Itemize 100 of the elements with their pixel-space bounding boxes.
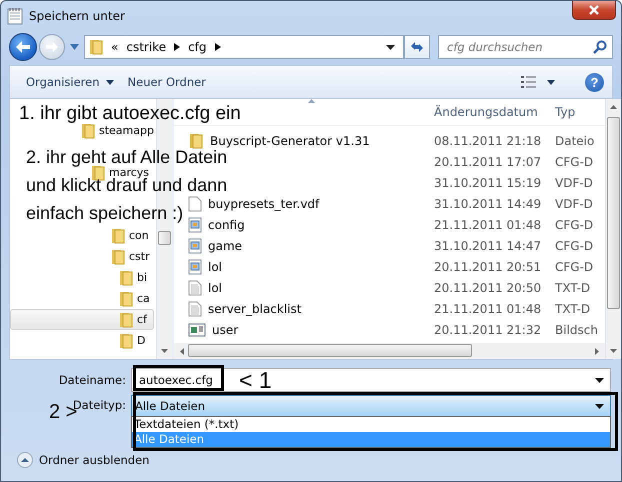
column-header[interactable]: Typ (555, 105, 605, 119)
file-name[interactable]: lol (208, 280, 222, 294)
hide-folders-button[interactable]: Ordner ausblenden (17, 452, 150, 468)
file-name[interactable]: user (212, 322, 238, 336)
file-type: Bildsch (555, 322, 599, 336)
file-date: 08.11.2011 21:18 (434, 134, 542, 148)
settings-file-icon (188, 216, 202, 232)
sort-arrow-icon (308, 99, 314, 103)
new-folder-button[interactable]: Neuer Ordner (128, 75, 206, 89)
notepad-icon (7, 7, 23, 25)
file-type: TXT-D (555, 302, 592, 316)
folder-icon (111, 248, 125, 264)
filetype-dropdown[interactable]: Alle Dateien (131, 395, 611, 417)
screensaver-file-icon (188, 322, 206, 336)
folder-tree-item[interactable]: steamapp (81, 122, 154, 138)
annotation-text: einfach speichern :) (26, 203, 184, 224)
organize-menu-button[interactable]: Organisieren (26, 75, 114, 89)
file-date: 21.11.2011 01:48 (434, 302, 542, 316)
folder-icon (188, 132, 204, 148)
chevron-right-icon[interactable] (174, 43, 180, 51)
file-date: 31.10.2011 14:49 (434, 196, 542, 210)
refresh-arrows-icon (409, 40, 425, 54)
address-bar[interactable]: « cstrike cfg (84, 35, 404, 59)
file-type: VDF-D (555, 176, 594, 190)
window-title: Speichern unter (29, 9, 125, 23)
close-button[interactable] (572, 1, 616, 20)
column-header[interactable]: Änderungsdatum (434, 105, 555, 119)
search-icon (593, 40, 607, 54)
scrollbar[interactable] (174, 343, 605, 359)
file-type: Dateio (555, 134, 596, 148)
chevron-right-icon[interactable] (214, 43, 221, 51)
collapse-up-icon (17, 452, 33, 468)
folder-icon (119, 332, 133, 348)
scroll-down-icon (161, 349, 168, 353)
file-name[interactable]: buypresets_ter.vdf (208, 196, 320, 210)
back-arrow-icon (15, 40, 31, 54)
refresh-button[interactable] (404, 35, 430, 59)
dropdown-caret-icon[interactable] (386, 44, 395, 50)
search-field[interactable]: cfg durchsuchen (438, 35, 613, 59)
file-date: 20.11.2011 17:07 (434, 154, 542, 168)
breadcrumb-item[interactable]: cfg (188, 40, 207, 54)
scroll-down-icon (610, 349, 617, 353)
text-file-icon (188, 300, 202, 316)
file-date: 20.11.2011 21:32 (434, 322, 542, 336)
caret-icon[interactable] (547, 80, 555, 84)
folder-icon (111, 228, 125, 244)
annotation-marker: < 1 (239, 367, 272, 394)
folder-icon (119, 312, 133, 328)
scroll-thumb[interactable] (188, 344, 472, 357)
file-type: CFG-D (555, 260, 594, 274)
file-name[interactable]: lol (208, 260, 222, 274)
folder-icon (119, 270, 133, 286)
file-date: 21.11.2011 01:48 (434, 218, 542, 232)
folder-tree-item[interactable]: con (111, 228, 149, 244)
view-list-icon[interactable] (521, 75, 537, 89)
file-type: VDF-D (555, 196, 594, 210)
history-caret-icon[interactable] (70, 44, 79, 50)
file-type: CFG-D (555, 218, 594, 232)
settings-file-icon (188, 238, 202, 254)
dropdown-caret-icon (595, 404, 604, 408)
folder-tree-item[interactable]: bi (119, 270, 148, 286)
caret-icon (106, 80, 114, 84)
back-button[interactable] (9, 33, 37, 61)
scroll-thumb[interactable] (607, 117, 620, 309)
annotation-text: 1. ihr gibt autoexec.cfg ein (19, 104, 241, 124)
scrollbar[interactable] (605, 99, 621, 359)
close-icon (588, 5, 600, 15)
help-button[interactable]: ? (585, 72, 604, 92)
folder-tree-item[interactable]: cf (119, 312, 147, 328)
scroll-thumb[interactable] (158, 231, 171, 245)
file-type: CFG-D (555, 154, 594, 168)
folder-icon (119, 290, 133, 306)
file-name[interactable]: Buyscript-Generator v1.31 (210, 134, 370, 148)
file-name[interactable]: server_blacklist (208, 302, 302, 316)
breadcrumb-item[interactable]: cstrike (126, 40, 166, 54)
annotation-text: 2. ihr geht auf Alle Datein (26, 147, 228, 168)
file-date: 20.11.2011 20:50 (434, 280, 542, 294)
settings-file-icon (188, 258, 202, 274)
file-date: 31.10.2011 14:47 (434, 238, 542, 252)
file-date: 20.11.2011 20:51 (434, 260, 542, 274)
file-type: CFG-D (555, 238, 594, 252)
text-file-icon (188, 280, 202, 296)
blank-file-icon (188, 196, 202, 212)
folder-tree-item[interactable]: ca (119, 290, 150, 306)
folder-tree-item[interactable]: cstr (111, 248, 150, 264)
field-label: Dateiname: (58, 373, 127, 387)
dropdown-caret-icon (595, 378, 604, 382)
forward-arrow-icon (45, 41, 59, 53)
scroll-right-icon (595, 348, 599, 354)
scroll-left-icon (180, 348, 184, 354)
file-type: TXT-D (555, 280, 592, 294)
scroll-up-icon (610, 105, 617, 109)
file-date: 31.10.2011 15:19 (434, 176, 542, 190)
folder-tree-item[interactable]: D (119, 332, 146, 348)
folder-icon (81, 122, 95, 138)
overflow-chevron[interactable]: « (111, 40, 118, 54)
search-placeholder: cfg durchsuchen (447, 40, 543, 54)
folder-icon (89, 39, 103, 55)
file-name[interactable]: config (208, 218, 245, 232)
file-name[interactable]: game (208, 238, 242, 252)
